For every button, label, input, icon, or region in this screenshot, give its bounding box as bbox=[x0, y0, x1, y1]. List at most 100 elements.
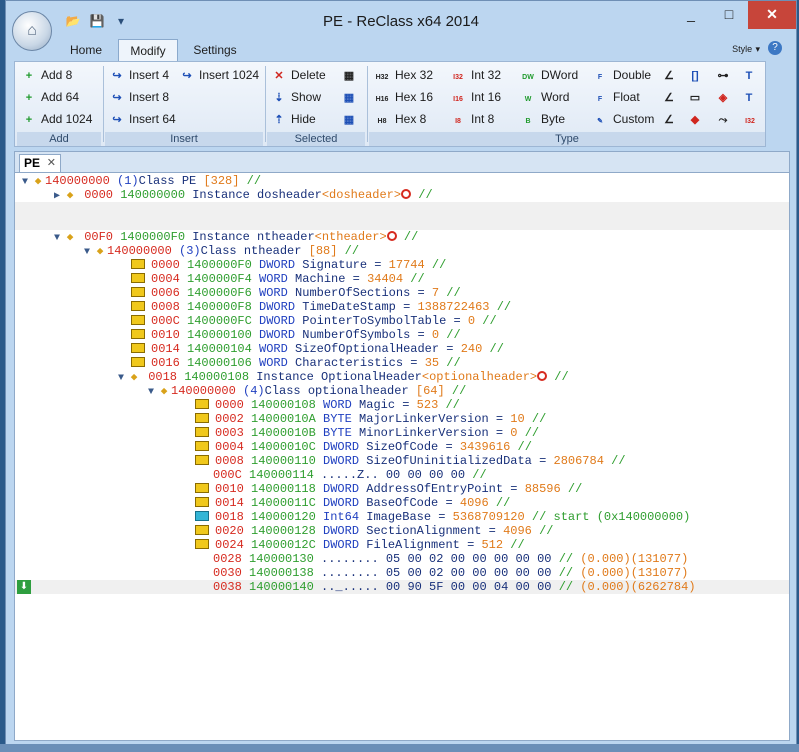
field-value[interactable]: 34404 bbox=[367, 272, 403, 286]
pointer-link-icon[interactable] bbox=[537, 371, 548, 381]
hex16-button[interactable]: H16 Hex 16 bbox=[373, 87, 433, 107]
tab-modify[interactable]: Modify bbox=[118, 39, 178, 61]
dword-button[interactable]: DW DWord bbox=[519, 65, 578, 85]
tree-row[interactable]: 0024 14000012C DWORD FileAlignment = 512… bbox=[15, 538, 789, 552]
tree-row[interactable]: ▼ ◆ 0018 140000108 Instance OptionalHeade… bbox=[15, 370, 789, 384]
class-button[interactable]: ◆ bbox=[687, 109, 707, 129]
delete-button[interactable]: ✕ Delete bbox=[271, 65, 325, 85]
tree-row[interactable]: ▼ ◆ 140000000 (3)Class ntheader [88] // bbox=[15, 244, 789, 258]
float-button[interactable]: F Float bbox=[591, 87, 640, 107]
int16-button[interactable]: I16 Int 16 bbox=[449, 87, 501, 107]
word-button[interactable]: W Word bbox=[519, 87, 570, 107]
field-value[interactable]: 5368709120 bbox=[453, 510, 525, 524]
close-icon[interactable]: ✕ bbox=[47, 155, 56, 171]
field-value[interactable]: 2806784 bbox=[554, 454, 604, 468]
vtable-button[interactable]: ◈ bbox=[715, 87, 735, 107]
tree-row[interactable]: 0016 140000106 WORD Characteristics = 35… bbox=[15, 356, 789, 370]
int8-button[interactable]: I8 Int 8 bbox=[449, 109, 494, 129]
application-menu-button[interactable]: ⌂ bbox=[12, 11, 52, 51]
vector2-button[interactable]: ∠ bbox=[661, 65, 681, 85]
field-value[interactable]: 35 bbox=[425, 356, 439, 370]
tree-row[interactable]: 000C 140000114 .....Z.. 00 00 00 00 // bbox=[15, 468, 789, 482]
double-button[interactable]: F Double bbox=[591, 65, 651, 85]
download-arrow-icon[interactable]: ⬇ bbox=[17, 580, 31, 594]
tree-row[interactable]: 0000 140000108 WORD Magic = 523 // bbox=[15, 398, 789, 412]
field-value[interactable]: 17744 bbox=[389, 258, 425, 272]
int32-extra-button[interactable]: I32 bbox=[741, 109, 763, 129]
tree-row[interactable]: 0010 140000118 DWORD AddressOfEntryPoint… bbox=[15, 482, 789, 496]
insert-1024-button[interactable]: ↪ Insert 1024 bbox=[179, 65, 259, 85]
tree-row[interactable]: ▶ ◆ 0000 140000000 Instance dosheader<dos… bbox=[15, 188, 789, 202]
tree-row[interactable]: 0010 140000100 DWORD NumberOfSymbols = 0… bbox=[15, 328, 789, 342]
tree-row[interactable]: ▼ ◆ 140000000 (4)Class optionalheader [64]… bbox=[15, 384, 789, 398]
insert-4-button[interactable]: ↪ Insert 4 bbox=[109, 65, 169, 85]
int32-button[interactable]: I32 Int 32 bbox=[449, 65, 501, 85]
text-button[interactable]: T bbox=[741, 65, 761, 85]
help-icon[interactable]: ? bbox=[768, 41, 782, 55]
field-value[interactable]: 3439616 bbox=[460, 440, 510, 454]
tab-pe[interactable]: PE ✕ bbox=[19, 154, 61, 172]
byte-button[interactable]: B Byte bbox=[519, 109, 565, 129]
field-value[interactable]: 7 bbox=[432, 286, 439, 300]
add-1024-button[interactable]: + Add 1024 bbox=[21, 109, 93, 129]
field-value[interactable]: 0 bbox=[510, 426, 517, 440]
tree-row[interactable]: ▼ ◆ 00F0 1400000F0 Instance ntheader<nthe… bbox=[15, 230, 789, 244]
unicode-button[interactable]: T bbox=[741, 87, 761, 107]
tree-row[interactable]: 000C 1400000FC DWORD PointerToSymbolTabl… bbox=[15, 314, 789, 328]
tree-row[interactable]: 0004 1400000F4 WORD Machine = 34404 // bbox=[15, 272, 789, 286]
field-value[interactable]: 88596 bbox=[525, 482, 561, 496]
tree-row[interactable]: 0004 14000010C DWORD SizeOfCode = 343961… bbox=[15, 440, 789, 454]
field-value[interactable]: 0 bbox=[468, 314, 475, 328]
array-button[interactable]: [] bbox=[687, 65, 707, 85]
field-value[interactable]: 512 bbox=[481, 538, 503, 552]
pointer-link-icon[interactable] bbox=[401, 189, 412, 199]
tree-row[interactable]: 0030 140000138 ........ 05 00 02 00 00 0… bbox=[15, 566, 789, 580]
show-button[interactable]: ⇣ Show bbox=[271, 87, 321, 107]
tab-home[interactable]: Home bbox=[62, 39, 110, 61]
tab-settings[interactable]: Settings bbox=[186, 39, 244, 61]
tree-row[interactable]: 0006 1400000F6 WORD NumberOfSections = 7… bbox=[15, 286, 789, 300]
tree-row[interactable]: ▼ ◆ 140000000 (1)Class PE [328] // bbox=[15, 174, 789, 188]
field-type-icon bbox=[195, 441, 209, 451]
tree-row[interactable]: 0008 140000110 DWORD SizeOfUninitialized… bbox=[15, 454, 789, 468]
matrix-button[interactable]: ▭ bbox=[687, 87, 707, 107]
field-value[interactable]: 523 bbox=[417, 398, 439, 412]
field-value[interactable]: 10 bbox=[510, 412, 524, 426]
group-add: + Add 8 + Add 64 + Add 1024 Add bbox=[17, 64, 101, 146]
function-button[interactable]: ⤳ bbox=[715, 109, 735, 129]
pointer-button[interactable]: ⊶ bbox=[715, 65, 735, 85]
tree-row[interactable]: ⬇ 0038 140000140 .._..... 00 90 5F 00 00 … bbox=[15, 580, 789, 594]
field-value[interactable]: 0 bbox=[432, 328, 439, 342]
selected-tool-2[interactable]: ▦ bbox=[341, 87, 361, 107]
selected-tool-3[interactable]: ▦ bbox=[341, 109, 361, 129]
field-value[interactable]: 4096 bbox=[503, 524, 532, 538]
tree-row[interactable]: 0008 1400000F8 DWORD TimeDateStamp = 138… bbox=[15, 300, 789, 314]
tree-row[interactable]: 0003 14000010B BYTE MinorLinkerVersion =… bbox=[15, 426, 789, 440]
insert-64-button[interactable]: ↪ Insert 64 bbox=[109, 109, 175, 129]
minimize-button[interactable]: _ bbox=[672, 1, 710, 29]
field-value[interactable]: 240 bbox=[461, 342, 483, 356]
maximize-button[interactable]: □ bbox=[710, 1, 748, 29]
field-value[interactable]: 1388722463 bbox=[417, 300, 489, 314]
hide-button[interactable]: ⇡ Hide bbox=[271, 109, 315, 129]
add-64-button[interactable]: + Add 64 bbox=[21, 87, 79, 107]
vector4-button[interactable]: ∠ bbox=[661, 109, 681, 129]
vector3-button[interactable]: ∠ bbox=[661, 87, 681, 107]
hex8-button[interactable]: H8 Hex 8 bbox=[373, 109, 427, 129]
tree-row[interactable]: 0002 14000010A BYTE MajorLinkerVersion =… bbox=[15, 412, 789, 426]
tree-row[interactable]: 0014 14000011C DWORD BaseOfCode = 4096 /… bbox=[15, 496, 789, 510]
selected-tool-1[interactable]: ▦ bbox=[341, 65, 361, 85]
hex32-button[interactable]: H32 Hex 32 bbox=[373, 65, 433, 85]
add-8-button[interactable]: + Add 8 bbox=[21, 65, 73, 85]
field-value[interactable]: 4096 bbox=[460, 496, 489, 510]
tree-row[interactable]: 0014 140000104 WORD SizeOfOptionalHeader… bbox=[15, 342, 789, 356]
tree-row[interactable]: 0018 140000120 Int64 ImageBase = 5368709… bbox=[15, 510, 789, 524]
tree-row[interactable]: 0028 140000130 ........ 05 00 02 00 00 0… bbox=[15, 552, 789, 566]
close-button[interactable]: ✕ bbox=[748, 1, 796, 29]
insert-8-button[interactable]: ↪ Insert 8 bbox=[109, 87, 169, 107]
tree-row[interactable]: 0000 1400000F0 DWORD Signature = 17744 /… bbox=[15, 258, 789, 272]
style-menu[interactable]: Style ▾ bbox=[732, 41, 760, 55]
tree-row[interactable]: 0020 140000128 DWORD SectionAlignment = … bbox=[15, 524, 789, 538]
custom-button[interactable]: ✎ Custom bbox=[591, 109, 654, 129]
pointer-link-icon[interactable] bbox=[386, 231, 397, 241]
